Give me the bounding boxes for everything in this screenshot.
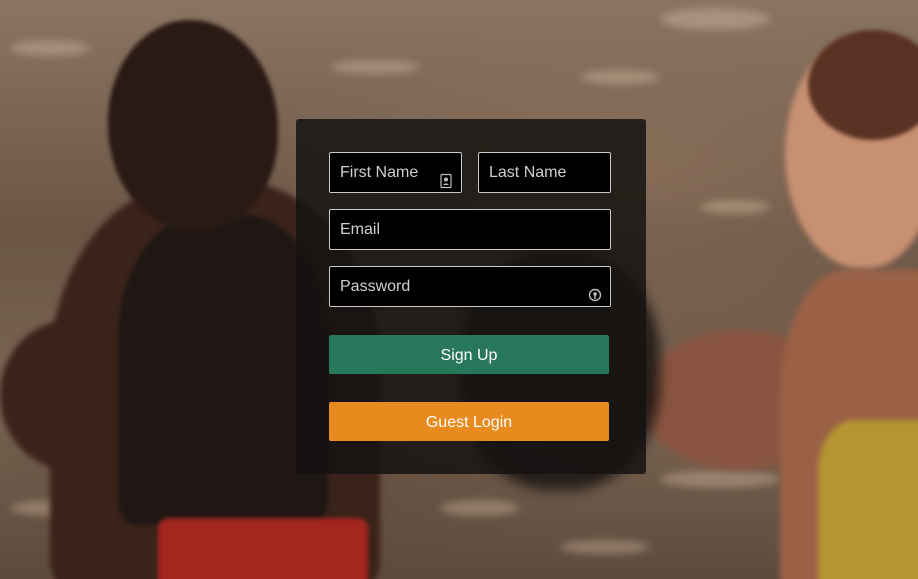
last-name-field[interactable] <box>478 152 611 193</box>
signup-panel: Sign Up Guest Login <box>296 119 646 474</box>
sign-up-button[interactable]: Sign Up <box>329 335 609 374</box>
guest-login-button[interactable]: Guest Login <box>329 402 609 441</box>
password-field[interactable] <box>329 266 611 307</box>
email-input[interactable] <box>340 210 600 250</box>
email-field[interactable] <box>329 209 611 250</box>
last-name-input[interactable] <box>489 153 600 193</box>
password-input[interactable] <box>340 267 600 307</box>
first-name-field[interactable] <box>329 152 462 193</box>
first-name-input[interactable] <box>340 153 451 193</box>
contact-card-icon <box>439 165 453 189</box>
key-icon <box>588 279 602 302</box>
